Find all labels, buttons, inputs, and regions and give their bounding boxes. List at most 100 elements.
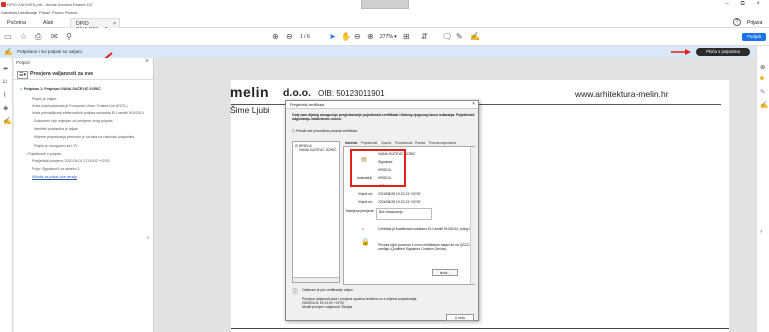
mail-icon[interactable]: ✉ xyxy=(51,32,58,41)
valid-from-label: Vrijedi od: xyxy=(358,192,373,196)
highlight-icon[interactable]: ✎ xyxy=(456,32,463,41)
collapse-panel-icon[interactable]: ‹ xyxy=(147,235,149,241)
options-menu-icon[interactable]: ☰▾ xyxy=(17,71,28,79)
eu-qualified-text: Certifikat je kvalificirani sukladno EU … xyxy=(378,227,471,231)
sign-icon[interactable]: ✍ xyxy=(470,32,480,41)
page-number-field[interactable]: 1 / 6 xyxy=(300,34,310,40)
layers-icon[interactable]: ◈ xyxy=(3,104,8,112)
signature-panel-icon[interactable]: ✍ xyxy=(3,117,12,125)
menu-item-prozor[interactable]: Prozor xyxy=(52,10,64,15)
menu-item-pomoc[interactable]: Pomoć xyxy=(65,10,77,15)
dialog-intro: Ovaj vam dijalog omogućuje pregledavanje… xyxy=(292,113,475,121)
zoom-out-icon[interactable]: ⊖ xyxy=(354,32,361,41)
signature-panel-title: Potpisi xyxy=(16,60,30,65)
signature-detail: Dokument nije mijenjan od primjene ovog … xyxy=(34,119,113,123)
usage-label: Namjena primjene: xyxy=(346,209,375,213)
hand-icon[interactable]: ✋ xyxy=(341,32,351,41)
tab-tools[interactable]: Alati xyxy=(38,18,58,28)
certificate-viewer-dialog: Preglednik certifikata × Ovaj vam dijalo… xyxy=(285,100,479,321)
tab-bar: Početna Alati DPIO ZAHVATA.pdf × ? Prija… xyxy=(0,17,769,33)
signature-detail: Vrijeme potpisivanja preuzeto je sa sata… xyxy=(34,135,136,139)
info-icon: ⓘ xyxy=(292,290,299,296)
page-up-icon[interactable]: ⊕ xyxy=(272,32,279,41)
eu-badge-icon: ◔ xyxy=(361,227,365,233)
help-icon[interactable]: ? xyxy=(733,18,741,26)
signatures-icon[interactable]: ✒ xyxy=(3,65,9,73)
tab-policies[interactable]: Pravila xyxy=(415,141,425,145)
print-icon[interactable]: ⎙ xyxy=(35,32,41,41)
window-controls[interactable]: – ⧉ × xyxy=(726,1,765,8)
valid-to-label: Vrijedi do: xyxy=(358,200,373,204)
fill-sign-icon[interactable]: ✎ xyxy=(760,88,765,96)
export-button[interactable]: Izvoz... xyxy=(432,269,458,276)
signature-status-bar: ✍ Potpisano i svi potpisi su valjani. Pl… xyxy=(0,46,769,58)
attachment-icon[interactable]: ⌇ xyxy=(3,91,6,99)
more-tools-icon[interactable]: ✍ xyxy=(760,101,768,109)
verify-all-link[interactable]: Provjera valjanosti za sve xyxy=(30,71,93,77)
close-icon[interactable]: × xyxy=(145,58,149,65)
signature-details-toggle[interactable]: › Pojedinosti o potpisu xyxy=(26,152,61,156)
signature-field: Polje: Signature3 na stranici 1 xyxy=(32,167,80,171)
document-icon[interactable]: ▭ xyxy=(4,32,12,41)
valid-from-value: 2019/08/28 19:22:23 +02'00' xyxy=(378,192,421,196)
signature-detail: Identitet potpisnika je valjan xyxy=(34,127,79,131)
zoom-tool-icon[interactable]: ⊕ xyxy=(760,63,765,71)
menu-item-prikaz[interactable]: Prikaz xyxy=(39,10,50,15)
red-highlight-box xyxy=(350,149,406,187)
signature-status-text: Potpisano i svi potpisi su valjani. xyxy=(17,49,83,54)
show-all-paths-checkbox[interactable]: ☐ Prikaži sve pronađene putanje certifik… xyxy=(292,129,357,133)
red-arrow-annotation xyxy=(671,49,691,55)
certificate-tree[interactable]: ⊟ HRIDCA IVANA SUČEVIĆ SORIĆ xyxy=(292,141,340,283)
search-icon[interactable]: ⚲ xyxy=(66,32,72,41)
star-icon[interactable]: ☆ xyxy=(20,32,27,41)
path-valid-text: Odabrani je put certifikacije valjan. xyxy=(302,288,354,292)
menu-item-datoteka[interactable]: Datoteka xyxy=(1,10,17,15)
signin-link[interactable]: Prijava xyxy=(747,20,762,26)
signature-detail: Vrsta prihvatljivosti elektroničkih potp… xyxy=(32,111,144,115)
signature-detail: Potpis je omogućen za LTV xyxy=(34,144,78,148)
tab-legal-notice[interactable]: Pravna napomena xyxy=(429,141,456,145)
signature-details-toggle-label: Pojedinosti o potpisu xyxy=(28,152,62,156)
fit-page-icon[interactable]: ⊞ xyxy=(403,32,410,41)
divider xyxy=(14,79,153,80)
tab-summary[interactable]: Sažetak xyxy=(345,141,357,145)
menu-item-uredivanje[interactable]: Uređivanje xyxy=(18,10,37,15)
tab-home[interactable]: Početna xyxy=(2,18,31,28)
horizontal-scrollbar[interactable] xyxy=(293,277,339,282)
page-down-icon[interactable]: ⊖ xyxy=(286,32,293,41)
company-logo-text: melin xyxy=(230,84,270,100)
bookmark-icon[interactable]: ⌑ xyxy=(3,78,7,86)
signature-panel-button[interactable]: Ploča s potpisima xyxy=(696,48,750,56)
toolbar: ▭ ☆ ⎙ ✉ ⚲ ⊕ ⊖ 1 / 6 ➤ ✋ ⊖ ⊕ 277% ▾ ⊞ ⇵ 🗨… xyxy=(0,28,769,46)
page-current: 1 xyxy=(300,34,303,40)
tab-revocation[interactable]: Opoziv xyxy=(381,141,391,145)
scroll-mode-icon[interactable]: ⇵ xyxy=(421,32,428,41)
tab-details[interactable]: Pojedinosti xyxy=(361,141,377,145)
zoom-select[interactable]: 277% ▾ xyxy=(380,34,397,40)
tab-document[interactable]: DPIO ZAHVATA.pdf × xyxy=(70,18,120,33)
signature-entry-label: Potpisao 1: Potpisao IVANA SUČEVIĆ SORIĆ xyxy=(24,87,101,91)
signature-entry[interactable]: ✓ Potpisao 1: Potpisao IVANA SUČEVIĆ SOR… xyxy=(20,87,101,91)
dialog-close-icon[interactable]: × xyxy=(472,101,475,107)
usage-value: Bez odbacivanja xyxy=(379,210,403,214)
ok-button[interactable]: U redu xyxy=(446,314,474,321)
tree-item-leaf[interactable]: IVANA SUČEVIĆ SORIĆ xyxy=(299,148,336,152)
validation-model: Model provjere valjanosti: Školjka xyxy=(302,305,353,309)
splitter-handle[interactable] xyxy=(361,0,409,9)
view-version-link[interactable]: Kliknite za prikaz ove verzije xyxy=(32,175,77,179)
cursor-icon[interactable]: ➤ xyxy=(329,32,336,41)
tab-close-icon[interactable]: × xyxy=(113,21,116,27)
company-suffix: d.o.o. xyxy=(283,87,311,99)
comment-tool-icon[interactable]: ■ xyxy=(760,75,764,82)
signature-panel: Potpisi × ☰▾ Provjera valjanosti za sve … xyxy=(14,58,154,332)
tab-trust[interactable]: Pouzdanost xyxy=(395,141,412,145)
vertical-scrollbar[interactable] xyxy=(470,147,475,284)
page-total: / 6 xyxy=(304,34,310,40)
collapse-right-icon[interactable]: › xyxy=(760,228,762,235)
window-title: DPIO ZAHVATA.pdf - Adobe Acrobat Reader … xyxy=(7,2,93,7)
zoom-in-icon[interactable]: ⊕ xyxy=(367,32,374,41)
share-button[interactable]: Podijeli xyxy=(742,33,766,41)
acrobat-app-icon xyxy=(1,2,6,7)
comment-icon[interactable]: 🗨 xyxy=(442,32,452,41)
left-tool-rail: ✒ ⌑ ⌇ ◈ ✍ xyxy=(0,58,13,332)
